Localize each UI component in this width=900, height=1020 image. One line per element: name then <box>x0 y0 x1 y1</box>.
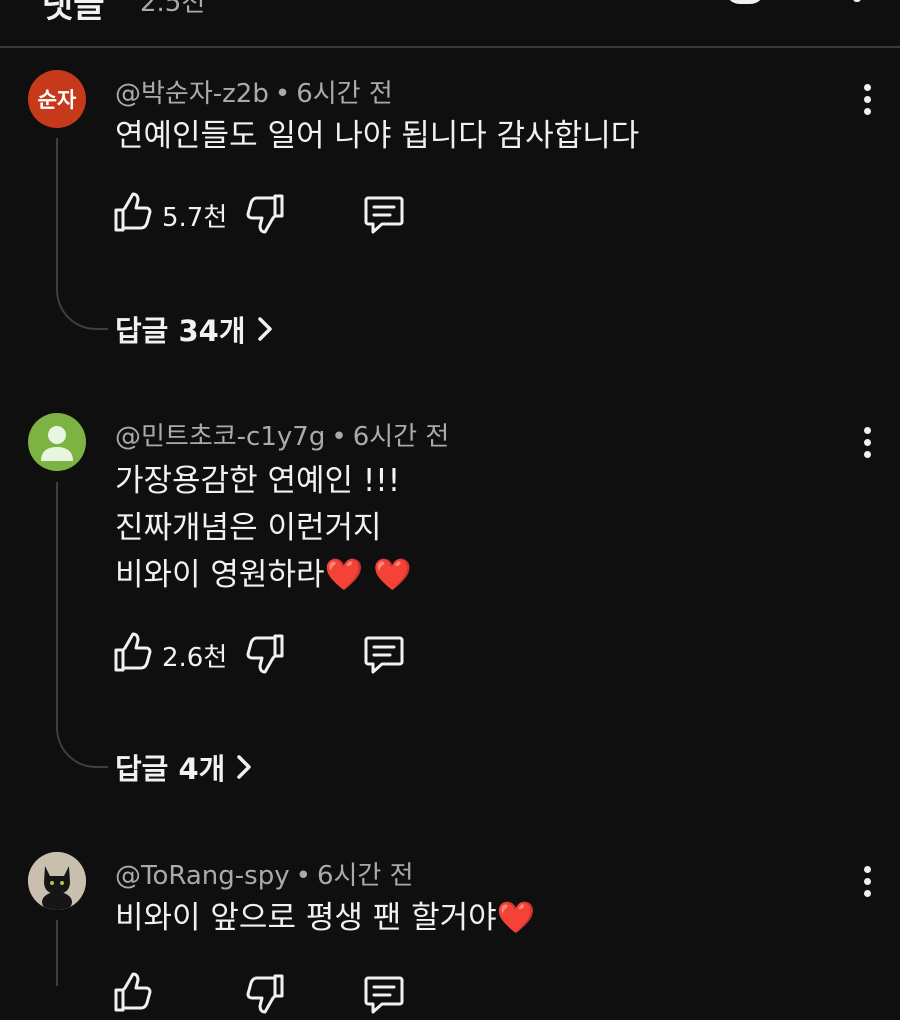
reply-icon[interactable] <box>362 194 406 240</box>
comment-menu-icon[interactable] <box>852 77 882 121</box>
like-count: 5.7천 <box>162 203 228 233</box>
chevron-right-icon <box>237 755 252 779</box>
close-icon[interactable] <box>842 0 872 10</box>
like-count: 2.6천 <box>162 643 228 673</box>
comment-meta: @민트초코-c1y7g • 6시간 전 <box>115 422 450 452</box>
chevron-right-icon <box>257 317 272 341</box>
comment-author[interactable]: @박순자-z2b <box>115 79 269 109</box>
comment-menu-icon[interactable] <box>852 859 882 903</box>
view-replies-button[interactable]: 답글 4개 <box>115 745 253 789</box>
comment-actions: 5.7천 <box>112 192 432 236</box>
comment-actions <box>112 972 432 1016</box>
reply-icon[interactable] <box>362 974 406 1020</box>
comment-line: 진짜개념은 이런거지 <box>115 510 382 546</box>
comment-menu-icon[interactable] <box>852 420 882 464</box>
comments-title: 댓글 <box>42 0 105 26</box>
comment-time: 6시간 전 <box>316 861 414 891</box>
comments-count: 2.5천 <box>140 0 206 18</box>
comment-text: 가장용감한 연예인 !!! 진짜개념은 이런거지 비와이 영원하라❤️ ❤️ <box>115 458 412 599</box>
comment-author[interactable]: @ToRang-spy <box>115 861 290 891</box>
avatar-initials: 순자 <box>37 88 77 112</box>
comment-meta: @ToRang-spy • 6시간 전 <box>115 861 414 891</box>
dislike-icon[interactable] <box>246 974 286 1020</box>
comment-meta: @박순자-z2b • 6시간 전 <box>115 79 393 109</box>
comment-author[interactable]: @민트초코-c1y7g <box>115 422 325 452</box>
comment-actions: 2.6천 <box>112 632 432 676</box>
replies-label: 답글 4개 <box>115 752 226 786</box>
replies-label: 답글 34개 <box>115 314 246 348</box>
dislike-icon[interactable] <box>246 194 286 240</box>
reply-icon[interactable] <box>362 634 406 680</box>
comment-text: 비와이 앞으로 평생 팬 할거야❤️ <box>115 895 535 942</box>
comment-time: 6시간 전 <box>352 422 450 452</box>
avatar[interactable] <box>28 413 86 471</box>
like-icon[interactable] <box>112 192 152 238</box>
comment-text: 연예인들도 일어 나야 됩니다 감사합니다 <box>115 113 639 160</box>
comment-line: 비와이 영원하라❤️ ❤️ <box>115 557 412 593</box>
comment-time: 6시간 전 <box>296 79 393 109</box>
default-user-icon <box>41 426 73 461</box>
comment-line: 가장용감한 연예인 !!! <box>115 463 401 499</box>
like-icon[interactable] <box>112 632 152 678</box>
comments-header: 댓글 2.5천 <box>0 0 900 48</box>
thread-line <box>56 482 108 768</box>
comment-line: 연예인들도 일어 나야 됩니다 감사합니다 <box>115 118 640 154</box>
thread-line <box>56 920 58 986</box>
sort-icon[interactable] <box>720 0 770 12</box>
view-replies-button[interactable]: 답글 34개 <box>115 307 274 351</box>
thread-line <box>56 138 108 330</box>
comment-line: 비와이 앞으로 평생 팬 할거야❤️ <box>115 900 536 936</box>
avatar[interactable]: 순자 <box>28 70 86 128</box>
like-icon[interactable] <box>112 972 152 1018</box>
avatar[interactable] <box>28 852 86 910</box>
dislike-icon[interactable] <box>246 634 286 680</box>
black-cat-icon <box>28 852 86 910</box>
